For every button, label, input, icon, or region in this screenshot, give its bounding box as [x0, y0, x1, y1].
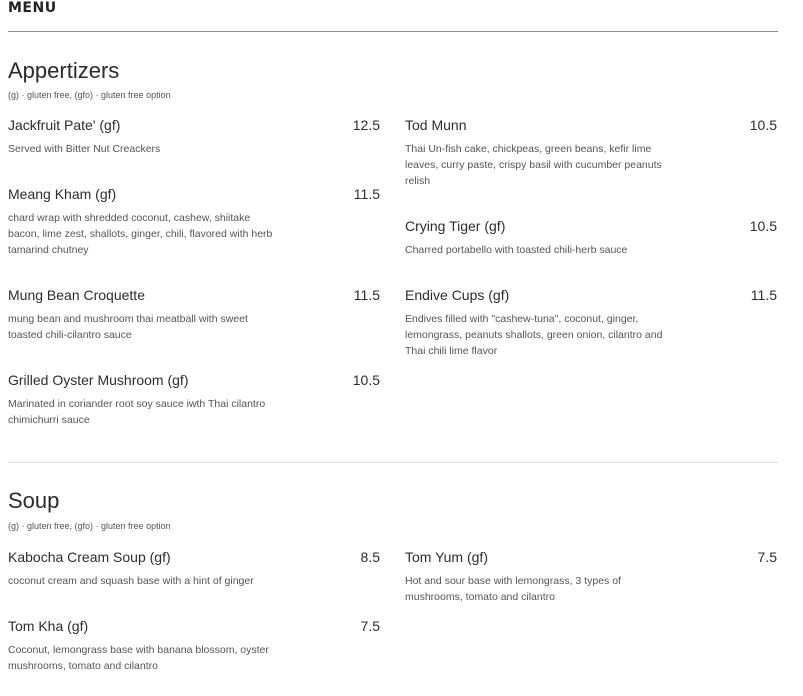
item-name: Jackfruit Pate' (gf): [8, 117, 121, 133]
menu-item: Mung Bean Croquette 11.5 mung bean and m…: [8, 287, 380, 343]
menu-item: Jackfruit Pate' (gf) 12.5 Served with Bi…: [8, 117, 380, 157]
menu-item: Tom Kha (gf) 7.5 Coconut, lemongrass bas…: [8, 618, 380, 674]
menu-item: Kabocha Cream Soup (gf) 8.5 coconut crea…: [8, 549, 380, 589]
item-price: 7.5: [360, 618, 380, 634]
item-price: 10.5: [749, 218, 777, 234]
item-description: coconut cream and squash base with a hin…: [8, 575, 254, 587]
item-description: Endives filled with "cashew-tuna", cocon…: [405, 313, 663, 357]
menu-item: Tod Munn 10.5 Thai Un-fish cake, chickpe…: [405, 117, 777, 189]
menu-item: Grilled Oyster Mushroom (gf) 10.5 Marina…: [8, 372, 380, 428]
item-name: Crying Tiger (gf): [405, 218, 506, 234]
item-price: 11.5: [353, 186, 380, 202]
item-name: Tom Kha (gf): [8, 618, 89, 634]
item-name: Meang Kham (gf): [8, 186, 117, 202]
item-name: Mung Bean Croquette: [8, 287, 145, 303]
menu-heading: MENU: [8, 0, 57, 16]
item-description: Served with Bitter Nut Creackers: [8, 143, 161, 155]
item-price: 11.5: [750, 287, 777, 303]
item-name: Tom Yum (gf): [405, 549, 488, 565]
item-description: Charred portabello with toasted chili-he…: [405, 244, 628, 256]
item-description: Thai Un-fish cake, chickpeas, green bean…: [405, 143, 662, 187]
section-title-soup: Soup: [8, 488, 60, 513]
item-description: mung bean and mushroom thai meatball wit…: [8, 313, 248, 341]
item-name: Endive Cups (gf): [405, 287, 510, 303]
section-title-appetizers: Appertizers: [8, 58, 120, 83]
section-note-appetizers: (g) · gluten free, (gfo) · gluten free o…: [8, 90, 171, 100]
item-description: Hot and sour base with lemongrass, 3 typ…: [405, 575, 621, 603]
menu-page: MENU Appertizers (g) · gluten free, (gfo…: [0, 0, 803, 696]
menu-item: Meang Kham (gf) 11.5 chard wrap with shr…: [8, 186, 380, 258]
item-price: 8.5: [360, 549, 380, 565]
item-name: Grilled Oyster Mushroom (gf): [8, 372, 189, 388]
header-divider: [8, 31, 778, 32]
item-description: Marinated in coriander root soy sauce iw…: [8, 398, 266, 426]
item-name: Kabocha Cream Soup (gf): [8, 549, 171, 565]
item-price: 12.5: [352, 117, 380, 133]
item-description: chard wrap with shredded coconut, cashew…: [8, 212, 273, 256]
menu-item: Endive Cups (gf) 11.5 Endives filled wit…: [405, 287, 777, 359]
item-description: Coconut, lemongrass base with banana blo…: [8, 644, 269, 672]
menu-item: Tom Yum (gf) 7.5 Hot and sour base with …: [405, 549, 777, 605]
item-price: 10.5: [749, 117, 777, 133]
menu-item: Crying Tiger (gf) 10.5 Charred portabell…: [405, 218, 777, 258]
section-note-soup: (g) · gluten free, (gfo) · gluten free o…: [8, 521, 171, 531]
item-name: Tod Munn: [405, 117, 467, 133]
item-price: 10.5: [352, 372, 380, 388]
section-divider: [8, 462, 778, 463]
item-price: 7.5: [757, 549, 777, 565]
item-price: 11.5: [353, 287, 380, 303]
